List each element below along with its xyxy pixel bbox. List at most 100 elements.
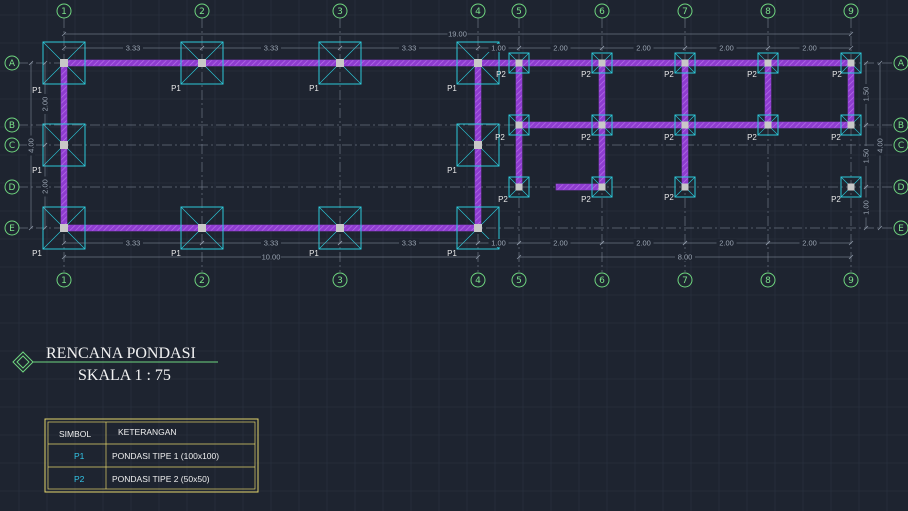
axis-bubble: 1 (56, 3, 72, 19)
column (681, 121, 689, 129)
axis-bubble-label: 2 (199, 276, 205, 286)
axis-bubble: 7 (677, 3, 693, 19)
dimension-segment-top: 2.00 (719, 44, 734, 53)
footing-tag: P1 (32, 249, 42, 258)
axis-bubble-label: E (9, 224, 15, 234)
tie-beam (555, 183, 603, 191)
axis-bubble: 9 (843, 272, 859, 288)
axis-bubble: 2 (194, 3, 210, 19)
axis-bubble: D (893, 179, 908, 195)
dimension-segment-top: 1.00 (491, 44, 506, 53)
footing: P1 (447, 123, 500, 175)
axis-bubble-label: 1 (61, 276, 67, 286)
axis-bubble-label: C (898, 141, 904, 151)
footing-tag: P2 (664, 133, 674, 142)
dimension-left-total: 4.00 (27, 138, 36, 153)
axis-bubble-label: 8 (765, 276, 771, 286)
footing: P2 (831, 114, 862, 142)
axis-bubble-label: 4 (475, 276, 481, 286)
dimension-segment-top: 2.00 (636, 44, 651, 53)
dimension-total-bottom-left: 10.00 (262, 253, 281, 262)
column (847, 183, 855, 191)
footing: P2 (498, 176, 530, 204)
axis-bubble-label: E (898, 224, 904, 234)
axis-bubble: A (893, 55, 908, 71)
axis-bubble-label: A (898, 59, 905, 69)
footing: P1 (32, 206, 86, 258)
footing: P1 (32, 41, 86, 95)
axis-bubble: 2 (194, 272, 210, 288)
axis-bubble-label: 9 (848, 276, 854, 286)
column (598, 59, 606, 67)
axis-bubble-label: 5 (516, 276, 522, 286)
axis-bubble: 3 (332, 3, 348, 19)
dimension-right-de: 1.00 (862, 200, 871, 215)
footing-tag: P2 (496, 70, 506, 79)
axis-bubble: 4 (470, 272, 486, 288)
footing: P1 (32, 123, 86, 175)
axis-bubble-label: 3 (337, 7, 343, 17)
axis-bubble-label: 8 (765, 7, 771, 17)
footing: P2 (495, 114, 530, 142)
tie-beam (63, 224, 479, 232)
column (60, 59, 68, 67)
axis-bubble: 9 (843, 3, 859, 19)
footing-tag: P2 (581, 133, 591, 142)
legend-row-code: P2 (74, 474, 85, 484)
tie-beam (63, 59, 479, 67)
footing: P2 (581, 114, 613, 142)
dimension-left-ab: 2.00 (41, 97, 50, 112)
footing-tag: P1 (32, 166, 42, 175)
legend-row-description: PONDASI TIPE 2 (50x50) (112, 474, 210, 484)
axis-bubble: 1 (56, 272, 72, 288)
column (474, 59, 482, 67)
column (847, 121, 855, 129)
axis-bubble: 5 (511, 272, 527, 288)
footing: P1 (447, 206, 500, 258)
column (598, 183, 606, 191)
footing-tag: P2 (747, 133, 757, 142)
footing: P1 (309, 206, 362, 258)
footing-tag: P2 (664, 70, 674, 79)
legend-header-symbol: SIMBOL (59, 429, 91, 439)
axis-bubble: 8 (760, 3, 776, 19)
footing-tag: P2 (495, 133, 505, 142)
dimension-segment-bottom: 3.33 (402, 239, 417, 248)
axis-bubble: 4 (470, 3, 486, 19)
footing-tag: P1 (447, 249, 457, 258)
column (474, 141, 482, 149)
footing-tag: P1 (447, 84, 457, 93)
column (336, 59, 344, 67)
axis-bubble-label: 7 (682, 276, 688, 286)
axis-bubble-label: 5 (516, 7, 522, 17)
footing-tag: P2 (747, 70, 757, 79)
axis-bubble-label: B (898, 121, 904, 131)
dimension-segment-top: 2.00 (553, 44, 568, 53)
axis-bubble: 3 (332, 272, 348, 288)
footing-tag: P2 (831, 195, 841, 204)
column (681, 59, 689, 67)
axis-bubble-label: 6 (599, 7, 605, 17)
dimension-total-bottom-right: 8.00 (678, 253, 693, 262)
footing: P2 (664, 114, 696, 142)
dimension-segment-bottom: 2.00 (636, 239, 651, 248)
axis-bubble: 8 (760, 272, 776, 288)
footing-tag: P1 (171, 84, 181, 93)
column (598, 121, 606, 129)
axis-bubble-label: 7 (682, 7, 688, 17)
axis-bubble-label: A (9, 59, 16, 69)
footing-tag: P1 (447, 166, 457, 175)
foundation-plan-drawing: P1 P1 P1 P1 P1 P1 P1 P1 P1 P1 P2 P2 P2 P2 P2 P2 P2 P2 P2 P2… (0, 0, 908, 511)
footing-tag: P2 (581, 70, 591, 79)
dimension-segment-top: 3.33 (126, 44, 141, 53)
column (681, 183, 689, 191)
column (60, 224, 68, 232)
axis-bubble: E (4, 220, 20, 236)
dimension-left-ce: 2.00 (41, 179, 50, 194)
footing-tag: P1 (309, 84, 319, 93)
axis-bubble-label: 6 (599, 276, 605, 286)
dimension-segment-bottom: 2.00 (802, 239, 817, 248)
dimension-segment-top: 3.33 (402, 44, 417, 53)
axis-bubble: 6 (594, 3, 610, 19)
axis-bubble: E (893, 220, 908, 236)
